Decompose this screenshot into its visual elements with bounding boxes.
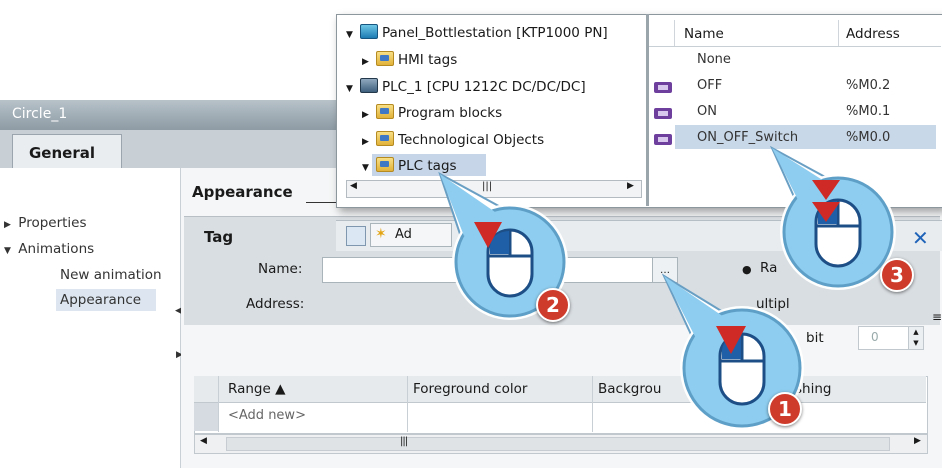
tree-item-label: PLC_1 [CPU 1212C DC/DC/DC] xyxy=(382,79,586,95)
tag-name: ON xyxy=(697,104,717,119)
column-header-range[interactable]: Range ▲ xyxy=(228,381,285,397)
scroll-grip-icon: ||| xyxy=(400,436,408,447)
tree-item-label: Technological Objects xyxy=(398,132,545,148)
tree-item-hmi-tags[interactable]: ▶ HMI tags xyxy=(362,51,457,68)
scroll-left-icon[interactable]: ◀ xyxy=(350,181,357,191)
column-separator xyxy=(838,20,839,46)
nav-item-properties-label: Properties xyxy=(18,215,87,231)
nav-item-new-animation[interactable]: New animation xyxy=(60,267,162,283)
bit-number-value: 0 xyxy=(871,330,879,344)
expand-arrow-icon[interactable]: ▶ xyxy=(362,137,376,147)
collapse-arrow-icon[interactable]: ▼ xyxy=(346,84,360,94)
add-new-tag-label: Ad xyxy=(395,227,412,242)
add-new-row[interactable]: <Add new> xyxy=(228,408,306,423)
bit-number-field[interactable]: 0 xyxy=(858,326,910,350)
column-separator xyxy=(218,376,219,432)
expand-arrow-icon[interactable]: ▶ xyxy=(362,110,376,120)
step-badge-2: 2 xyxy=(536,288,570,322)
show-details-icon[interactable] xyxy=(346,226,366,246)
collapse-arrow-icon[interactable]: ▼ xyxy=(362,163,376,173)
window-title: Circle_1 xyxy=(12,106,68,122)
column-separator xyxy=(407,376,408,432)
folder-icon xyxy=(376,131,394,146)
section-title: Appearance xyxy=(192,183,293,201)
tag-name: None xyxy=(697,52,731,67)
expand-arrow-icon[interactable]: ▶ xyxy=(362,57,376,67)
tree-item-label: Program blocks xyxy=(398,105,503,121)
navigation-pane xyxy=(0,168,181,468)
tag-row-on[interactable]: ON %M0.1 xyxy=(649,100,941,125)
add-star-icon: ✶ xyxy=(375,226,387,242)
tree-item-plc-1[interactable]: ▼ PLC_1 [CPU 1212C DC/DC/DC] xyxy=(346,78,586,95)
column-header-foreground-color[interactable]: Foreground color xyxy=(413,381,527,397)
address-label: Address: xyxy=(246,296,305,312)
panel-grip-icon[interactable]: ≡ xyxy=(932,310,942,324)
name-label: Name: xyxy=(258,261,303,277)
collapse-arrow-icon[interactable]: ▼ xyxy=(346,30,360,40)
tag-row-off[interactable]: OFF %M0.2 xyxy=(649,74,941,99)
collapse-arrow-icon[interactable]: ▼ xyxy=(4,246,14,256)
folder-icon xyxy=(376,157,394,172)
nav-item-properties[interactable]: ▶ Properties xyxy=(4,215,87,231)
tree-item-label: Panel_Bottlestation [KTP1000 PN] xyxy=(382,25,608,41)
column-separator xyxy=(592,376,593,432)
scroll-right-icon[interactable]: ▶ xyxy=(627,181,634,191)
tag-name: OFF xyxy=(697,78,723,93)
row-selector[interactable] xyxy=(194,403,218,431)
tree-item-label: HMI tags xyxy=(398,52,458,68)
nav-item-appearance[interactable]: Appearance xyxy=(60,292,141,308)
column-header-background-color[interactable]: Backgrou xyxy=(598,381,661,397)
scroll-left-icon[interactable]: ◀ xyxy=(200,436,207,446)
tab-general[interactable]: General xyxy=(12,134,122,169)
tree-item-technological-objects[interactable]: ▶ Technological Objects xyxy=(362,131,544,148)
tag-panel-title: Tag xyxy=(204,228,234,246)
column-header-address[interactable]: Address xyxy=(846,26,900,42)
scroll-right-icon[interactable]: ▶ xyxy=(914,436,921,446)
nav-item-animations-label: Animations xyxy=(18,241,95,257)
expand-arrow-icon[interactable]: ▶ xyxy=(4,220,14,230)
folder-icon xyxy=(376,51,394,66)
tree-item-panel-bottlestation[interactable]: ▼ Panel_Bottlestation [KTP1000 PN] xyxy=(346,24,608,41)
step-badge-1: 1 xyxy=(768,392,802,426)
plc-icon xyxy=(360,78,378,93)
column-separator xyxy=(674,20,675,46)
folder-icon xyxy=(376,104,394,119)
tab-general-label: General xyxy=(29,144,95,162)
tag-address: %M0.1 xyxy=(846,104,891,119)
step-badge-3: 3 xyxy=(880,258,914,292)
column-header-name[interactable]: Name xyxy=(684,26,724,42)
hmi-device-icon xyxy=(360,24,378,39)
bit-spinner[interactable]: ▲ ▼ xyxy=(908,326,924,350)
tag-row-none[interactable]: None xyxy=(649,48,941,73)
tag-address: %M0.2 xyxy=(846,78,891,93)
nav-item-animations[interactable]: ▼ Animations xyxy=(4,241,94,257)
tree-item-program-blocks[interactable]: ▶ Program blocks xyxy=(362,104,502,121)
